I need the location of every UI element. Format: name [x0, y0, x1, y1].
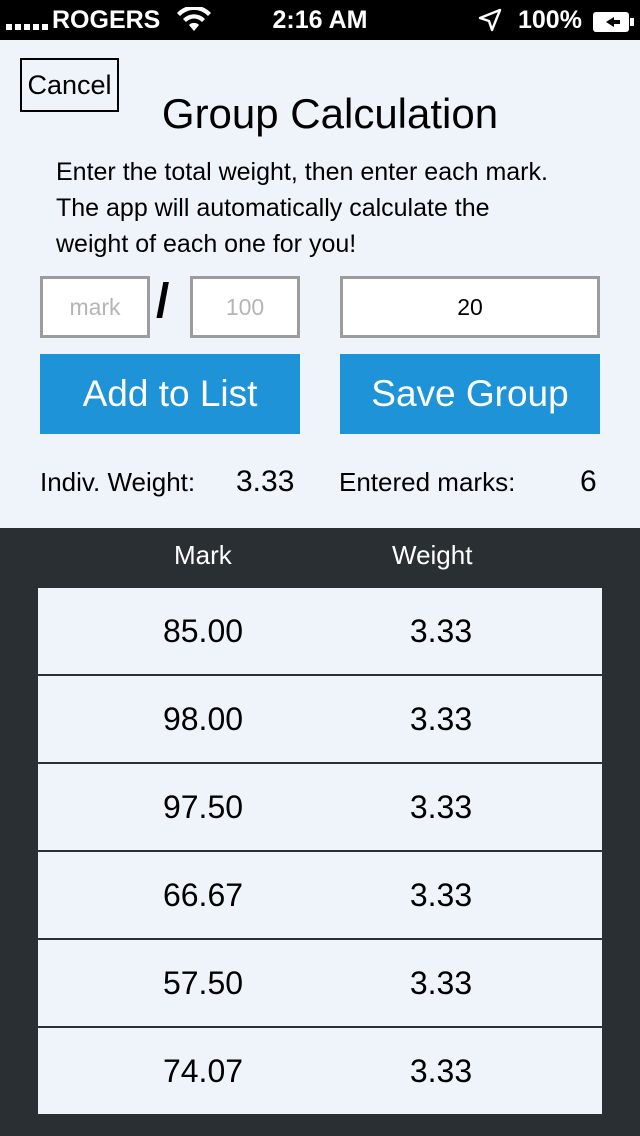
instructions-line-1: Enter the total weight, then enter each … [56, 158, 548, 186]
row-mark: 97.50 [162, 788, 244, 825]
row-mark: 57.50 [162, 964, 244, 1001]
page-title: Group Calculation [161, 90, 499, 137]
table-row[interactable]: 66.67 3.33 [38, 852, 602, 940]
table-row[interactable]: 57.50 3.33 [38, 940, 602, 1028]
fraction-separator: / [156, 275, 170, 328]
total-weight-input[interactable]: 20 [340, 276, 600, 338]
instructions-text: Enter the total weight, then enter each … [56, 154, 616, 262]
table-row[interactable]: 97.50 3.33 [38, 764, 602, 852]
entered-marks-label: Entered marks: [339, 467, 516, 497]
out-of-input[interactable]: 100 [190, 276, 300, 338]
location-icon [478, 8, 502, 39]
mark-input[interactable]: mark [40, 276, 150, 338]
row-mark: 66.67 [162, 876, 244, 913]
status-bar: ROGERS 2:16 AM 100% [0, 0, 640, 40]
battery-percentage: 100% [518, 6, 582, 34]
row-mark: 85.00 [162, 612, 244, 649]
table-row[interactable]: 85.00 3.33 [38, 588, 602, 676]
column-header-weight: Weight [392, 540, 473, 570]
battery-icon [592, 10, 636, 40]
indiv-weight-label: Indiv. Weight: [40, 467, 196, 497]
row-weight: 3.33 [409, 876, 473, 913]
row-weight: 3.33 [409, 1052, 473, 1089]
row-weight: 3.33 [409, 612, 473, 649]
instructions-line-2: The app will automatically calculate the [56, 194, 490, 222]
row-weight: 3.33 [409, 700, 473, 737]
row-weight: 3.33 [409, 964, 473, 1001]
indiv-weight-value: 3.33 [236, 465, 295, 498]
row-weight: 3.33 [409, 788, 473, 825]
add-to-list-button[interactable]: Add to List [40, 354, 300, 434]
row-mark: 98.00 [162, 700, 244, 737]
save-group-button[interactable]: Save Group [340, 354, 600, 434]
instructions-line-3: weight of each one for you! [56, 230, 357, 258]
row-mark: 74.07 [162, 1052, 244, 1089]
table-row[interactable]: 74.07 3.33 [38, 1028, 602, 1116]
entered-marks-count: 6 [580, 465, 597, 498]
group-calculation-panel: Cancel Group Calculation Enter the total… [0, 40, 640, 528]
table-row[interactable]: 98.00 3.33 [38, 676, 602, 764]
marks-table: 85.00 3.33 98.00 3.33 97.50 3.33 66.67 3… [38, 588, 602, 1116]
column-header-mark: Mark [174, 540, 232, 570]
